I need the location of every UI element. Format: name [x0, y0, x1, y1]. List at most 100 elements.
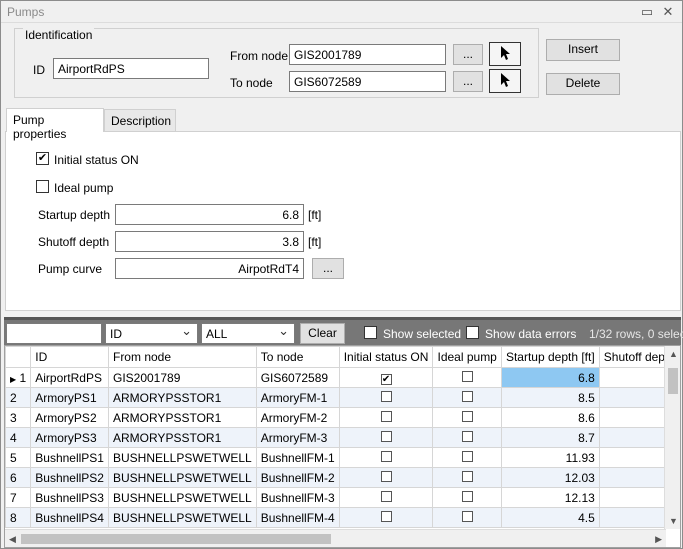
- table-row[interactable]: 4 ArmoryPS3 ARMORYPSSTOR1 ArmoryFM-3 8.7: [5, 427, 680, 448]
- clear-button[interactable]: Clear: [300, 323, 345, 344]
- cell-initial-status[interactable]: [338, 407, 434, 428]
- cell-from-node[interactable]: ARMORYPSSTOR1: [107, 387, 257, 408]
- from-node-browse-button[interactable]: ...: [453, 44, 483, 65]
- ideal-pump-checkbox[interactable]: [461, 470, 473, 482]
- cell-ideal-pump[interactable]: [432, 447, 502, 468]
- initial-status-checkbox[interactable]: [380, 430, 392, 442]
- show-errors-checkbox[interactable]: [466, 326, 479, 339]
- cell-startup-depth[interactable]: 8.6: [500, 407, 600, 428]
- cell-to-node[interactable]: BushnellFM-2: [255, 467, 340, 488]
- cell-initial-status[interactable]: ✔: [338, 367, 434, 388]
- initial-status-checkbox[interactable]: [380, 470, 392, 482]
- cell-from-node[interactable]: ARMORYPSSTOR1: [107, 427, 257, 448]
- vertical-scrollbar[interactable]: ▲ ▼: [664, 346, 680, 529]
- from-node-pick-button[interactable]: [489, 42, 521, 66]
- cell-to-node[interactable]: BushnellFM-4: [255, 507, 340, 528]
- cell-id[interactable]: BushnellPS1: [30, 447, 109, 468]
- column-header-startup-depth[interactable]: Startup depth [ft]: [500, 346, 600, 368]
- scroll-right-icon[interactable]: ▶: [655, 534, 662, 545]
- cell-ideal-pump[interactable]: [432, 507, 502, 528]
- row-number[interactable]: 3: [5, 407, 32, 428]
- cell-from-node[interactable]: BUSHNELLPSWETWELL: [107, 467, 257, 488]
- column-header-id[interactable]: ID: [30, 346, 109, 368]
- to-node-input[interactable]: GIS6072589: [289, 71, 446, 92]
- ideal-pump-checkbox[interactable]: [461, 370, 473, 382]
- cell-from-node[interactable]: GIS2001789: [107, 367, 257, 388]
- tab-pump-properties[interactable]: Pump properties: [6, 108, 104, 141]
- insert-button[interactable]: Insert: [546, 39, 620, 61]
- cell-startup-depth[interactable]: 6.8: [500, 367, 600, 388]
- cell-initial-status[interactable]: [338, 427, 434, 448]
- row-number[interactable]: 4: [5, 427, 32, 448]
- cell-ideal-pump[interactable]: [432, 487, 502, 508]
- tab-description[interactable]: Description: [104, 109, 176, 132]
- cell-startup-depth[interactable]: 11.93: [500, 447, 600, 468]
- table-row[interactable]: 8 BushnellPS4 BUSHNELLPSWETWELL Bushnell…: [5, 507, 680, 528]
- cell-id[interactable]: ArmoryPS3: [30, 427, 109, 448]
- table-row[interactable]: 2 ArmoryPS1 ARMORYPSSTOR1 ArmoryFM-1 8.5: [5, 387, 680, 408]
- cell-initial-status[interactable]: [338, 507, 434, 528]
- show-selected-checkbox[interactable]: [364, 326, 377, 339]
- cell-startup-depth[interactable]: 8.5: [500, 387, 600, 408]
- ideal-pump-checkbox[interactable]: [461, 450, 473, 462]
- cell-from-node[interactable]: BUSHNELLPSWETWELL: [107, 487, 257, 508]
- table-row[interactable]: 5 BushnellPS1 BUSHNELLPSWETWELL Bushnell…: [5, 447, 680, 468]
- ideal-pump-checkbox[interactable]: [461, 490, 473, 502]
- cell-from-node[interactable]: BUSHNELLPSWETWELL: [107, 447, 257, 468]
- initial-status-checkbox[interactable]: ✔: [380, 373, 392, 385]
- cell-id[interactable]: ArmoryPS2: [30, 407, 109, 428]
- cell-startup-depth[interactable]: 12.13: [500, 487, 600, 508]
- startup-depth-input[interactable]: 6.8: [115, 204, 304, 225]
- cell-id[interactable]: AirportRdPS: [30, 367, 109, 388]
- scroll-up-icon[interactable]: ▲: [669, 349, 678, 359]
- cell-to-node[interactable]: GIS6072589: [255, 367, 340, 388]
- ideal-pump-checkbox[interactable]: [461, 510, 473, 522]
- delete-button[interactable]: Delete: [546, 73, 620, 95]
- scroll-down-icon[interactable]: ▼: [669, 516, 678, 526]
- to-node-browse-button[interactable]: ...: [453, 71, 483, 92]
- row-number[interactable]: 8: [5, 507, 32, 528]
- row-number[interactable]: 2: [5, 387, 32, 408]
- shutoff-depth-input[interactable]: 3.8: [115, 231, 304, 252]
- row-number[interactable]: 5: [5, 447, 32, 468]
- ideal-pump-checkbox[interactable]: [461, 410, 473, 422]
- column-header-initial-status[interactable]: Initial status ON: [338, 346, 434, 368]
- cell-id[interactable]: ArmoryPS1: [30, 387, 109, 408]
- to-node-pick-button[interactable]: [489, 69, 521, 93]
- horizontal-scrollbar[interactable]: ◀ ▶: [5, 529, 666, 547]
- cell-initial-status[interactable]: [338, 487, 434, 508]
- column-header-to-node[interactable]: To node: [255, 346, 340, 368]
- row-number[interactable]: ▶ 1: [5, 367, 32, 388]
- cell-to-node[interactable]: BushnellFM-3: [255, 487, 340, 508]
- pump-curve-input[interactable]: AirpotRdT4: [115, 258, 304, 279]
- cell-startup-depth[interactable]: 8.7: [500, 427, 600, 448]
- close-icon[interactable]: ✕: [658, 3, 678, 21]
- cell-ideal-pump[interactable]: [432, 427, 502, 448]
- cell-ideal-pump[interactable]: [432, 407, 502, 428]
- initial-status-checkbox[interactable]: [380, 390, 392, 402]
- minimize-icon[interactable]: ▭: [637, 3, 657, 21]
- filter-field-select[interactable]: ID: [105, 323, 198, 344]
- ideal-pump-checkbox[interactable]: [36, 180, 49, 193]
- cell-initial-status[interactable]: [338, 467, 434, 488]
- row-number[interactable]: 7: [5, 487, 32, 508]
- cell-to-node[interactable]: ArmoryFM-1: [255, 387, 340, 408]
- id-input[interactable]: AirportRdPS: [53, 58, 209, 79]
- cell-ideal-pump[interactable]: [432, 387, 502, 408]
- filter-scope-select[interactable]: ALL: [201, 323, 295, 344]
- cell-to-node[interactable]: ArmoryFM-2: [255, 407, 340, 428]
- table-row[interactable]: 3 ArmoryPS2 ARMORYPSSTOR1 ArmoryFM-2 8.6: [5, 407, 680, 428]
- filter-search-input[interactable]: [6, 323, 102, 344]
- initial-status-checkbox[interactable]: [380, 510, 392, 522]
- ideal-pump-checkbox[interactable]: [461, 430, 473, 442]
- ideal-pump-checkbox[interactable]: [461, 390, 473, 402]
- table-row[interactable]: 7 BushnellPS3 BUSHNELLPSWETWELL Bushnell…: [5, 487, 680, 508]
- vertical-scroll-thumb[interactable]: [668, 368, 678, 394]
- column-header-from-node[interactable]: From node: [107, 346, 257, 368]
- cell-to-node[interactable]: ArmoryFM-3: [255, 427, 340, 448]
- cell-ideal-pump[interactable]: [432, 367, 502, 388]
- from-node-input[interactable]: GIS2001789: [289, 44, 446, 65]
- initial-status-checkbox[interactable]: [380, 490, 392, 502]
- cell-from-node[interactable]: BUSHNELLPSWETWELL: [107, 507, 257, 528]
- cell-to-node[interactable]: BushnellFM-1: [255, 447, 340, 468]
